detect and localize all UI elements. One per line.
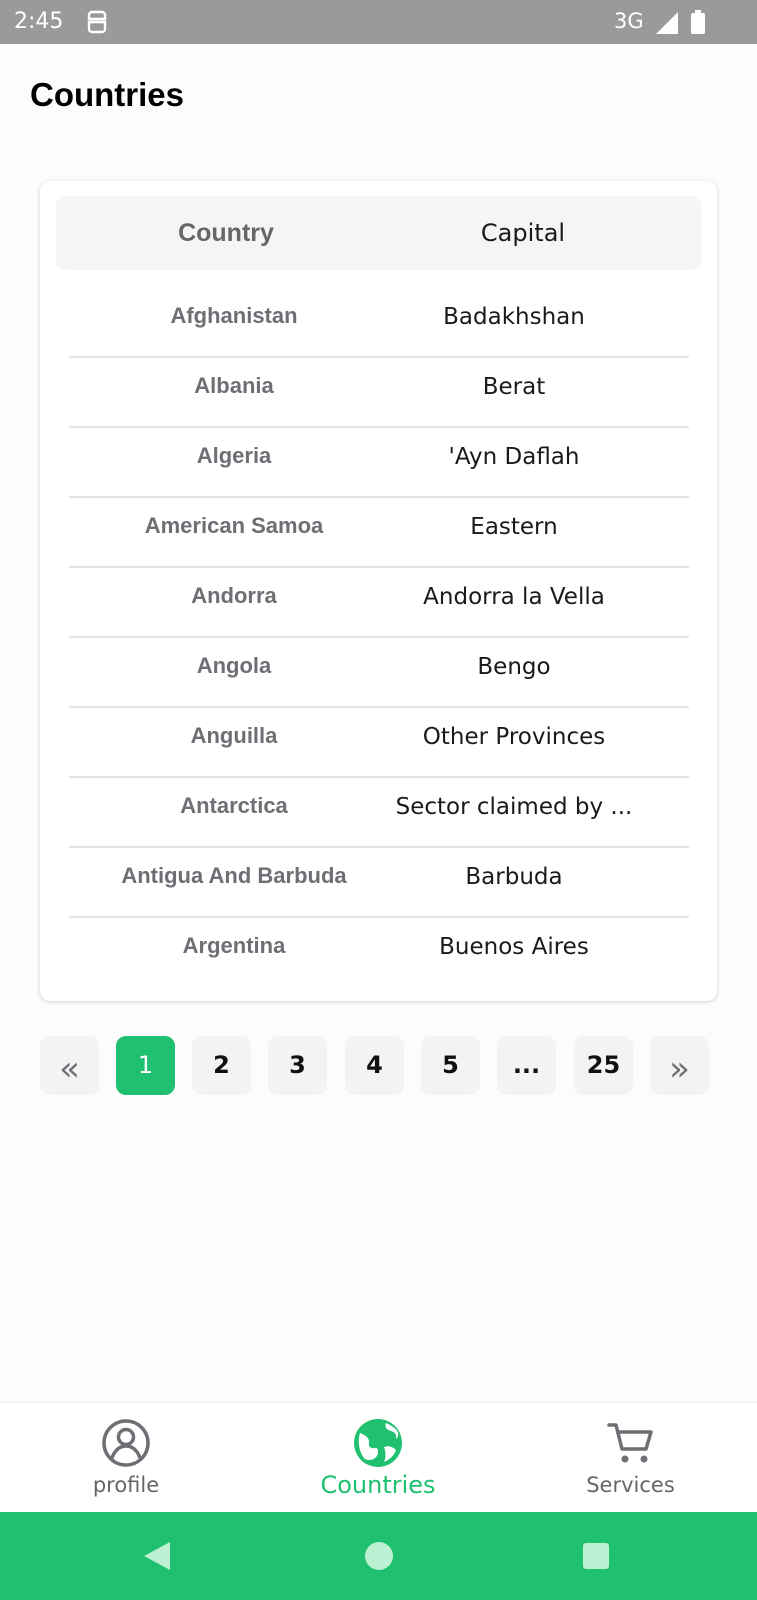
table-row[interactable]: Afghanistan Badakhshan <box>69 288 689 358</box>
country-cell: Anguilla <box>190 723 278 748</box>
capital-cell: Buenos Aires <box>439 934 589 960</box>
page-button-5[interactable]: 5 <box>421 1036 480 1095</box>
globe-icon <box>354 1419 402 1467</box>
column-header-country: Country <box>178 219 274 247</box>
capital-cell: 'Ayn Daflah <box>448 444 580 470</box>
capital-cell: Barbuda <box>465 864 563 890</box>
country-cell: American Samoa <box>144 513 324 538</box>
recent-apps-icon[interactable] <box>583 1543 609 1569</box>
battery-icon <box>691 10 705 34</box>
table-row[interactable]: Antarctica Sector claimed by ... <box>69 778 689 848</box>
table-row[interactable]: Albania Berat <box>69 358 689 428</box>
home-icon[interactable] <box>365 1542 393 1570</box>
sim-card-icon <box>87 10 107 34</box>
back-icon[interactable] <box>142 1540 172 1572</box>
page-button-3[interactable]: 3 <box>268 1036 327 1095</box>
bottom-navigation: profile Countries Services <box>0 1402 757 1512</box>
system-navigation-bar <box>0 1512 757 1600</box>
capital-cell: Eastern <box>470 514 558 540</box>
countries-table-card: Country Capital Afghanistan Badakhshan A… <box>40 181 717 1001</box>
pagination: « 1 2 3 4 5 ... 25 » <box>40 1036 717 1096</box>
cart-icon <box>606 1423 653 1463</box>
table-body: Afghanistan Badakhshan Albania Berat Alg… <box>69 288 689 988</box>
status-time: 2:45 <box>14 9 64 34</box>
network-type: 3G <box>614 9 644 33</box>
table-row[interactable]: American Samoa Eastern <box>69 498 689 568</box>
profile-icon <box>102 1419 150 1467</box>
first-page-button[interactable]: « <box>40 1036 99 1095</box>
country-cell: Antigua And Barbuda <box>121 863 347 888</box>
table-header: Country Capital <box>56 196 701 270</box>
table-row[interactable]: Angola Bengo <box>69 638 689 708</box>
capital-cell: Badakhshan <box>443 304 585 330</box>
table-row[interactable]: Anguilla Other Provinces <box>69 708 689 778</box>
column-header-capital: Capital <box>480 219 566 247</box>
page-title: Countries <box>30 76 185 113</box>
last-page-button[interactable]: » <box>650 1036 709 1095</box>
country-cell: Albania <box>194 373 274 398</box>
capital-cell: Sector claimed by ... <box>395 794 633 820</box>
country-cell: Andorra <box>191 583 277 608</box>
country-cell: Angola <box>196 653 272 678</box>
page-button-1[interactable]: 1 <box>116 1036 175 1095</box>
nav-label-profile: profile <box>92 1473 160 1497</box>
country-cell: Algeria <box>196 443 272 468</box>
nav-label-countries: Countries <box>320 1471 436 1499</box>
table-row[interactable]: Argentina Buenos Aires <box>69 918 689 988</box>
page-button-25[interactable]: 25 <box>574 1036 633 1095</box>
signal-icon <box>656 12 678 34</box>
nav-item-profile[interactable]: profile <box>0 1403 252 1513</box>
country-cell: Afghanistan <box>170 303 298 328</box>
capital-cell: Bengo <box>477 654 551 680</box>
nav-label-services: Services <box>586 1473 675 1497</box>
nav-item-countries[interactable]: Countries <box>252 1403 504 1513</box>
capital-cell: Andorra la Vella <box>423 584 605 610</box>
table-row[interactable]: Andorra Andorra la Vella <box>69 568 689 638</box>
country-cell: Argentina <box>182 933 286 958</box>
table-row[interactable]: Algeria 'Ayn Daflah <box>69 428 689 498</box>
capital-cell: Other Provinces <box>422 724 606 750</box>
country-cell: Antarctica <box>180 793 288 818</box>
status-bar: 2:45 3G <box>0 0 757 44</box>
page-ellipsis-button[interactable]: ... <box>497 1036 556 1095</box>
nav-item-services[interactable]: Services <box>504 1403 757 1513</box>
capital-cell: Berat <box>482 374 546 400</box>
page-button-2[interactable]: 2 <box>192 1036 251 1095</box>
table-row[interactable]: Antigua And Barbuda Barbuda <box>69 848 689 918</box>
page-button-4[interactable]: 4 <box>345 1036 404 1095</box>
